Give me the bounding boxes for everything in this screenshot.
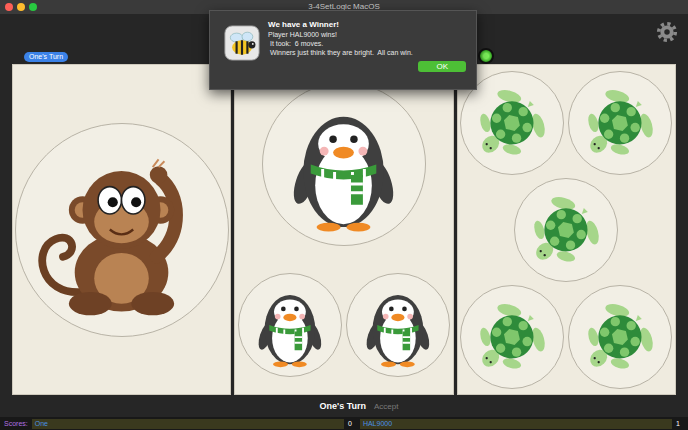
figure-row — [238, 273, 450, 377]
accept-button[interactable]: Accept — [374, 402, 398, 411]
figure-circle[interactable] — [15, 123, 229, 337]
figure-circle[interactable] — [262, 82, 426, 246]
figure-circle[interactable] — [346, 273, 450, 377]
player-score: 0 — [348, 420, 356, 427]
figure-row — [15, 123, 229, 337]
card-panel[interactable] — [457, 64, 676, 395]
close-button[interactable] — [5, 3, 13, 11]
minimize-button[interactable] — [17, 3, 25, 11]
card-panel[interactable] — [12, 64, 231, 395]
figure-row — [262, 82, 426, 246]
card-panel[interactable] — [234, 64, 453, 395]
figure-circle[interactable] — [514, 178, 618, 282]
figure-circle[interactable] — [568, 285, 672, 389]
figure-circle[interactable] — [568, 71, 672, 175]
penguin-icon — [243, 278, 337, 372]
scores-label: Scores: — [4, 420, 28, 427]
turtle-icon — [465, 290, 559, 384]
game-window: 3-4SetLogic MacOSOne's TurnOne's TurnAcc… — [0, 0, 688, 430]
figure-row — [514, 178, 618, 282]
dialog-actions: OK — [268, 61, 466, 72]
turn-badge: One's Turn — [24, 52, 68, 62]
dialog-title: We have a Winner! — [268, 19, 466, 30]
player-name: One — [32, 419, 344, 429]
turn-bar: One's Turn Accept — [0, 395, 688, 417]
figure-row — [460, 71, 672, 175]
ok-button[interactable]: OK — [418, 61, 466, 72]
winner-dialog: We have a Winner!Player HAL9000 wins! It… — [209, 10, 477, 90]
turn-label: One's Turn — [320, 401, 366, 411]
window-controls — [5, 3, 37, 11]
figure-circle[interactable] — [460, 285, 564, 389]
turtle-icon — [465, 76, 559, 170]
player-name: HAL9000 — [360, 419, 672, 429]
board — [0, 64, 688, 395]
dialog-message: It took: 6 moves. — [268, 39, 466, 48]
dialog-body: We have a Winner!Player HAL9000 wins! It… — [268, 19, 466, 83]
penguin-icon — [269, 90, 418, 239]
dialog-message: Winners just think they are bright. All … — [268, 48, 466, 57]
figure-circle[interactable] — [238, 273, 342, 377]
score-bar: Scores: One 0 HAL9000 1 — [0, 417, 688, 430]
bee-app-icon — [224, 25, 260, 61]
status-indicator — [478, 48, 494, 64]
dialog-message: Player HAL9000 wins! — [268, 30, 466, 39]
monkey-icon — [24, 132, 219, 327]
zoom-button[interactable] — [29, 3, 37, 11]
turtle-icon — [519, 183, 613, 277]
turtle-icon — [573, 76, 667, 170]
player-score: 1 — [676, 420, 684, 427]
figure-row — [460, 285, 672, 389]
gear-icon[interactable] — [656, 21, 678, 43]
turtle-icon — [573, 290, 667, 384]
penguin-icon — [351, 278, 445, 372]
